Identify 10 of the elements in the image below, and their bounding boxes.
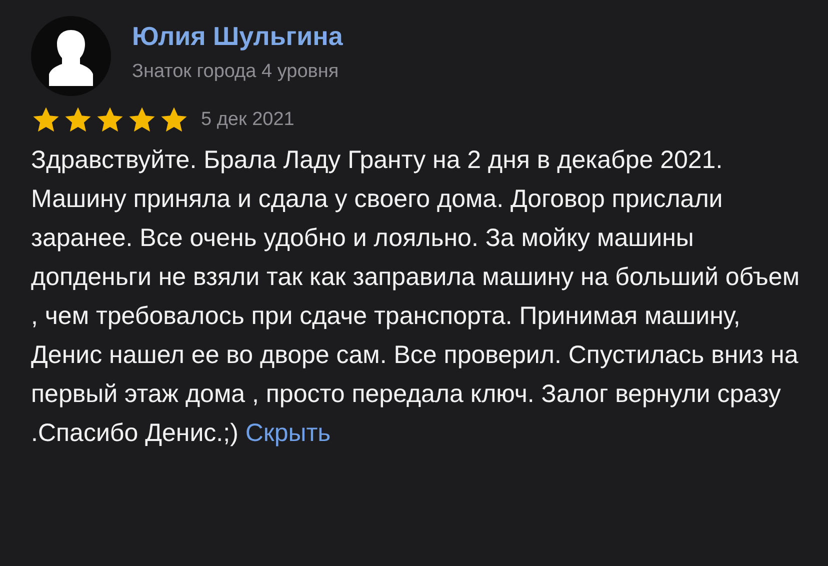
- author-level: Знаток города 4 уровня: [132, 60, 340, 84]
- star-icon: [95, 106, 125, 134]
- review-date: 5 дек 2021: [201, 108, 294, 132]
- hide-link[interactable]: Скрыть: [245, 418, 331, 446]
- review-text: Здравствуйте. Брала Ладу Гранту на 2 дня в декабре 2021. Машину приняла и сдала у своего дома. Договор прислали заранее. Все очень удобно и лояльно. За мойку машины допденьги не взяли так как заправила машину на больший объем , чем требовалось при сдаче транспорта. Принимая машину, Денис нашел ее во дворе сам. Все проверил. Спустилась вниз на первый этаж дома , просто передала ключ. Залог вернули сразу .Спасибо Денис.;) Скрыть: [31, 144, 801, 448]
- star-icon: [159, 106, 189, 134]
- author-name[interactable]: Юлия Шульгина: [132, 20, 343, 52]
- star-icon: [63, 106, 93, 134]
- star-icon: [31, 106, 61, 134]
- star-icon: [127, 106, 157, 134]
